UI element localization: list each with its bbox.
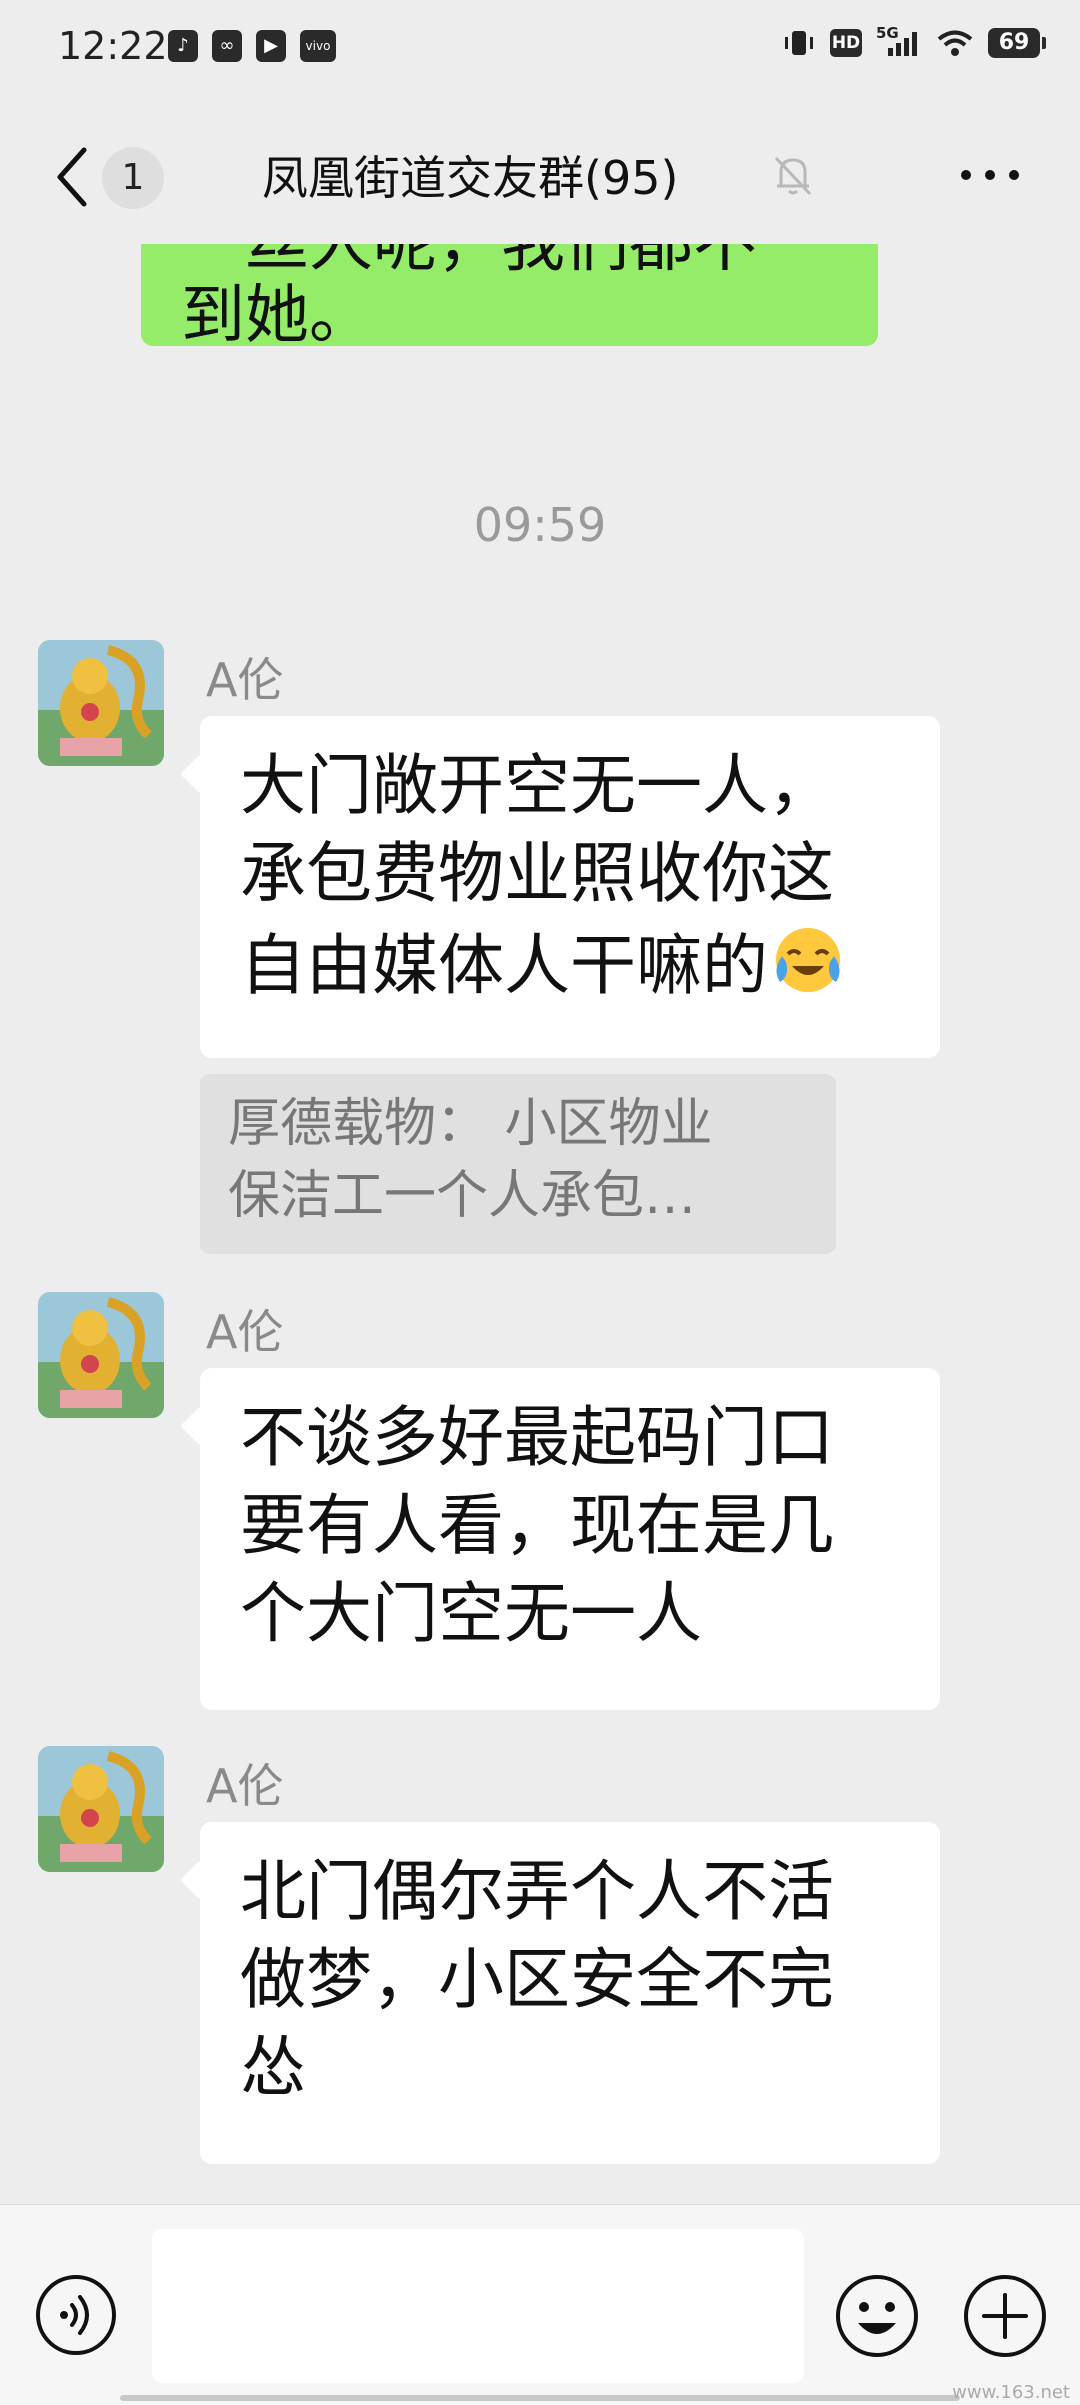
message-line: 要有人看，现在是几 [240,1487,834,1564]
sender-name: A伦 [206,1759,284,1813]
avatar-image [38,1292,164,1418]
avatar[interactable] [38,640,164,766]
chat-header: 1 凤凰街道交友群(95) [0,110,1080,240]
received-message-bubble[interactable]: 北门偶尔弄个人不活 做梦，小区安全不完 怂 [200,1822,940,2164]
sender-name: A伦 [206,1305,284,1359]
more-options-icon[interactable] [958,162,1022,188]
plus-icon[interactable] [962,2273,1048,2359]
received-message-bubble[interactable]: 大门敞开空无一人， 承包费物业照收你这 自由媒体人干嘛的 [200,716,940,1058]
message-timestamp: 09:59 [473,498,607,552]
message-text: 到她。 [181,279,373,346]
message-line: 怂 [240,2029,306,2106]
message-line: 自由媒体人干嘛的 [240,927,768,1004]
status-bar: 12:22 ♪ ∞ ▶ vivo HD 5G 69 [0,0,1080,96]
received-message-bubble[interactable]: 不谈多好最起码门口 要有人看，现在是几 个大门空无一人 [200,1368,940,1710]
vivo-icon: vivo [300,30,336,62]
sender-name: A伦 [206,653,284,707]
unread-badge[interactable]: 1 [102,147,164,209]
crying-laughing-emoji [776,928,840,992]
link-icon: ∞ [212,30,242,62]
quote-text: 厚德载物： 小区物业 保洁工一个人承包… [228,1088,818,1232]
avatar[interactable] [38,1292,164,1418]
quote-line: 保洁工一个人承包… [228,1166,697,1226]
message-line: 个大门空无一人 [240,1575,702,1652]
wifi-icon [936,28,974,58]
avatar[interactable] [38,1746,164,1872]
message-list[interactable]: 一丝人呢，我们都不 到她。 09:59 A伦 大门敞开空无一人， 承包费物业照收… [0,244,1080,2204]
message-text: 北门偶尔弄个人不活 做梦，小区安全不完 怂 [240,1848,920,2112]
back-arrow-icon[interactable] [46,142,106,212]
watermark: www.163.net [952,2382,1070,2403]
avatar-image [38,640,164,766]
message-text: 不谈多好最起码门口 要有人看，现在是几 个大门空无一人 [240,1394,920,1658]
sent-message-bubble[interactable]: 一丝人呢，我们都不 到她。 [141,244,878,346]
tiktok-icon: ♪ [168,30,198,62]
avatar-image [38,1746,164,1872]
mute-bell-icon [774,156,812,196]
quoted-reply[interactable]: 厚德载物： 小区物业 保洁工一个人承包… [200,1074,836,1254]
message-line: 不谈多好最起码门口 [240,1399,834,1476]
emoji-icon[interactable] [834,2273,920,2359]
voice-input-icon[interactable] [34,2273,118,2357]
message-line: 承包费物业照收你这 [240,835,834,912]
status-time: 12:22 [58,24,168,68]
chat-title: 凤凰街道交友群(95) [262,151,679,205]
play-icon: ▶ [256,30,286,62]
message-input[interactable] [152,2229,804,2383]
quote-line: 厚德载物： 小区物业 [228,1094,713,1154]
signal-icon: 5G [876,24,922,58]
message-line: 做梦，小区安全不完 [240,1941,834,2018]
message-text: 大门敞开空无一人， 承包费物业照收你这 自由媒体人干嘛的 [240,742,920,1010]
hd-icon: HD [830,29,862,57]
vibrate-icon [782,28,816,58]
battery-icon: 69 [988,28,1046,58]
message-line-with-emoji: 自由媒体人干嘛的 [240,918,920,1010]
message-line: 北门偶尔弄个人不活 [240,1853,834,1930]
input-bar: www.163.net [0,2204,1080,2405]
gesture-bar [120,2395,960,2401]
message-line: 大门敞开空无一人， [240,747,834,824]
status-icons: HD 5G 69 [782,24,1046,58]
